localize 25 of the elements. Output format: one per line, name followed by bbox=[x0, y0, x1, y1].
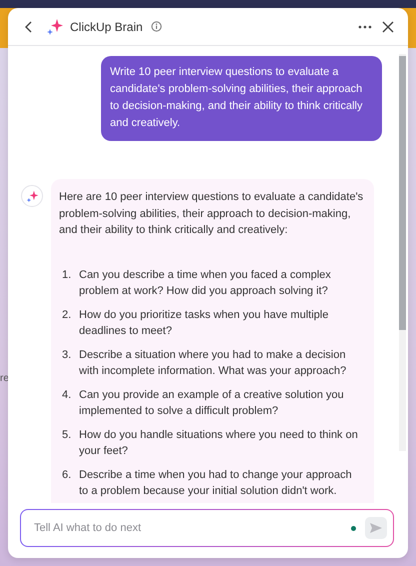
sparkle-icon bbox=[46, 18, 64, 36]
background-text: re bbox=[0, 373, 9, 384]
list-number: 2. bbox=[62, 308, 72, 322]
user-message: Write 10 peer interview questions to evaluate a candidate's problem-solving abilities, their approach to decision-making, and their ability to think critically and creatively. bbox=[101, 56, 382, 141]
list-number: 3. bbox=[62, 348, 72, 362]
status-dot bbox=[351, 526, 356, 530]
list-number: 1. bbox=[62, 268, 72, 282]
list-item-text: Can you provide an example of a creative solution you implemented to solve a difficult problem? bbox=[79, 388, 345, 419]
list-number: 4. bbox=[62, 388, 72, 402]
more-icon[interactable] bbox=[356, 22, 374, 30]
list-item-text: Describe a time when you had to change your approach to a problem because your initial solution didn't work. bbox=[79, 468, 353, 499]
close-icon[interactable] bbox=[380, 18, 396, 34]
info-icon[interactable] bbox=[150, 21, 162, 32]
list-number: 5. bbox=[62, 428, 72, 442]
prompt-field[interactable]: Tell AI what to do next bbox=[34, 522, 351, 534]
list-number: 6. bbox=[62, 468, 72, 482]
list-item-text: How do you prioritize tasks when you have multiple deadlines to meet? bbox=[79, 308, 330, 339]
list-item-text: Can you describe a time when you faced a complex problem at work? How did you approach solving it? bbox=[79, 268, 332, 299]
window-title: ClickUp Brain bbox=[70, 20, 143, 34]
send-icon bbox=[369, 522, 383, 534]
assistant-avatar bbox=[21, 185, 43, 207]
message-text: Here are 10 peer interview questions to evaluate a candidate's problem-solving abilities, their approach to decision-making, and their ability to think critically and creatively: bbox=[59, 190, 364, 238]
list-item-text: Describe a situation where you had to make a decision with incomplete information. What was your approach? bbox=[79, 348, 348, 379]
scrollbar[interactable] bbox=[399, 54, 406, 451]
list-item-text: How do you handle situations where you need to think on your feet? bbox=[79, 428, 359, 459]
